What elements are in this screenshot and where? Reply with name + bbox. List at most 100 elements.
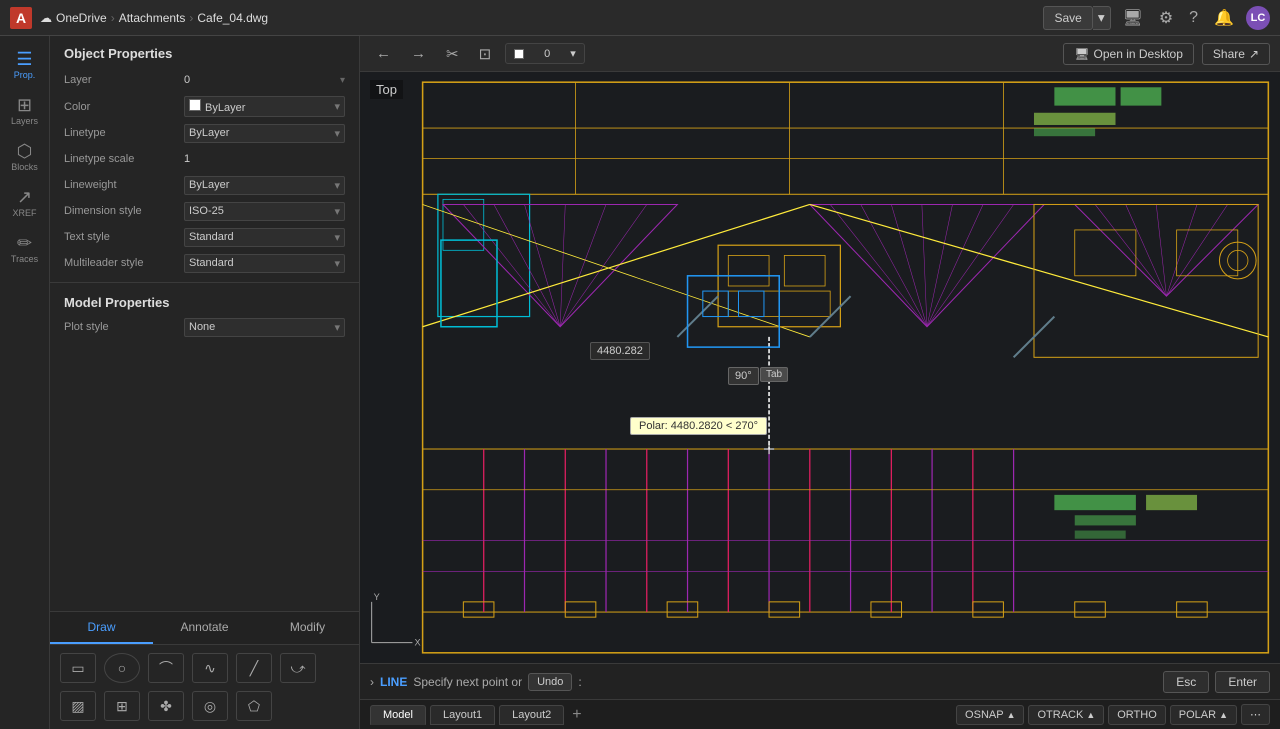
command-prompt: LINE — [380, 675, 407, 689]
tab-model[interactable]: Model — [370, 705, 426, 725]
draw-tool-row-2: ▨ ⊞ ✤ ◎ ⬠ — [60, 691, 349, 721]
command-bar: › LINE Specify next point or Undo : Esc … — [360, 663, 1280, 699]
esc-button[interactable]: Esc — [1163, 671, 1209, 693]
offset-button[interactable]: ⊡ — [473, 42, 498, 66]
tab-draw[interactable]: Draw — [50, 612, 153, 644]
line-tool[interactable]: ╱ — [236, 653, 272, 683]
spline-tool[interactable]: ∿ — [192, 653, 228, 683]
panel-bottom-tabs: Draw Annotate Modify — [50, 611, 359, 644]
donut-tool[interactable]: ◎ — [192, 691, 228, 721]
sidebar-item-prop[interactable]: ☰ Prop. — [3, 44, 47, 86]
polygon-tool[interactable]: ⬠ — [236, 691, 272, 721]
prop-lineweight-select[interactable]: ByLayer ▾ — [184, 176, 345, 195]
prop-multileader-select[interactable]: Standard ▾ — [184, 254, 345, 273]
command-right: Esc Enter — [1163, 671, 1270, 693]
sidebar-item-xref[interactable]: ↗ XREF — [3, 182, 47, 224]
drawing-canvas[interactable]: Top — [360, 72, 1280, 663]
point-tool[interactable]: ✤ — [148, 691, 184, 721]
view-label: Top — [370, 80, 403, 99]
desktop-icon[interactable]: 🖥 — [1119, 6, 1147, 30]
ortho-button[interactable]: ORTHO — [1108, 705, 1166, 725]
polar-label: POLAR — [1179, 709, 1216, 721]
prop-layer-arrow[interactable]: ▾ — [340, 75, 345, 86]
section-divider — [50, 282, 359, 283]
service-name[interactable]: OneDrive — [56, 11, 107, 25]
enter-button[interactable]: Enter — [1215, 671, 1270, 693]
tab-key-badge: Tab — [760, 367, 788, 382]
prop-lineweight-label: Lineweight — [64, 179, 184, 191]
file-name: Cafe_04.dwg — [197, 11, 268, 25]
prop-plotstyle-select[interactable]: None ▾ — [184, 318, 345, 337]
arc-tool[interactable]: ⌒ — [148, 653, 184, 683]
breadcrumb: ☁ OneDrive › Attachments › Cafe_04.dwg — [40, 11, 268, 25]
otrack-button[interactable]: OTRACK ▲ — [1028, 705, 1104, 725]
open-desktop-label: Open in Desktop — [1094, 47, 1183, 61]
blocks-icon: ⬡ — [17, 142, 33, 160]
dimstyle-arrow: ▾ — [334, 205, 340, 218]
color-box — [189, 99, 201, 111]
sidebar-item-layers[interactable]: ⊞ Layers — [3, 90, 47, 132]
tab-layout1[interactable]: Layout1 — [430, 705, 495, 725]
open-desktop-button[interactable]: 🖥 Open in Desktop — [1063, 43, 1194, 65]
layer-select[interactable]: 0 ▾ — [505, 43, 585, 64]
polar-arrow[interactable]: ▲ — [1219, 710, 1228, 720]
textstyle-arrow: ▾ — [334, 231, 340, 244]
xref-icon: ↗ — [17, 188, 32, 206]
rectangle-tool[interactable]: ▭ — [60, 653, 96, 683]
angle-tooltip: 90° — [728, 367, 759, 385]
prop-color-row: Color ByLayer ▾ — [50, 93, 359, 120]
layers-icon: ⊞ — [17, 96, 32, 114]
trim-button[interactable]: ✂ — [440, 42, 465, 66]
help-icon[interactable]: ? — [1185, 7, 1202, 29]
multileader-arrow: ▾ — [334, 257, 340, 270]
notification-icon[interactable]: 🔔 — [1210, 6, 1238, 30]
circle-tool[interactable]: ○ — [104, 653, 140, 683]
topbar: A ☁ OneDrive › Attachments › Cafe_04.dwg… — [0, 0, 1280, 36]
redo-button[interactable]: → — [405, 42, 432, 65]
settings-icon[interactable]: ⚙ — [1155, 6, 1177, 30]
undo-option[interactable]: Undo — [528, 673, 572, 691]
prop-color-select[interactable]: ByLayer ▾ — [184, 96, 345, 117]
status-bar: Model Layout1 Layout2 + OSNAP ▲ OTRACK ▲… — [360, 699, 1280, 729]
avatar[interactable]: LC — [1246, 6, 1270, 30]
add-layout-button[interactable]: + — [568, 706, 585, 724]
linetype-arrow: ▾ — [334, 127, 340, 140]
plotstyle-arrow: ▾ — [334, 321, 340, 334]
hatch-tool[interactable]: ▨ — [60, 691, 96, 721]
otrack-arrow[interactable]: ▲ — [1086, 710, 1095, 720]
tab-layout2[interactable]: Layout2 — [499, 705, 564, 725]
folder-name[interactable]: Attachments — [119, 11, 186, 25]
status-right: OSNAP ▲ OTRACK ▲ ORTHO POLAR ▲ ⋯ — [956, 704, 1270, 725]
layer-arrow: ▾ — [570, 47, 576, 60]
share-button[interactable]: Share ↗ — [1202, 43, 1270, 65]
more-options-button[interactable]: ⋯ — [1241, 704, 1270, 725]
svg-text:X: X — [414, 638, 420, 648]
app-logo: A — [10, 7, 32, 29]
osnap-arrow[interactable]: ▲ — [1007, 710, 1016, 720]
save-button[interactable]: Save — [1043, 6, 1092, 30]
prop-linetype-select[interactable]: ByLayer ▾ — [184, 124, 345, 143]
prop-dimstyle-select[interactable]: ISO-25 ▾ — [184, 202, 345, 221]
dimension-tooltip: 4480.282 — [590, 342, 650, 360]
cad-drawing[interactable]: Y X — [360, 72, 1280, 663]
draw-tool-row-1: ▭ ○ ⌒ ∿ ╱ ⤻ — [60, 653, 349, 683]
rect-group-tool[interactable]: ⊞ — [104, 691, 140, 721]
tab-modify[interactable]: Modify — [256, 612, 359, 644]
sidebar-item-traces-label: Traces — [11, 254, 38, 264]
sidebar-item-blocks[interactable]: ⬡ Blocks — [3, 136, 47, 178]
polyline-tool[interactable]: ⤻ — [280, 653, 316, 683]
sidebar-item-traces[interactable]: ✏ Traces — [3, 228, 47, 270]
ortho-label: ORTHO — [1117, 709, 1157, 721]
color-arrow: ▾ — [334, 100, 340, 113]
prop-textstyle-label: Text style — [64, 231, 184, 243]
properties-title: Object Properties — [50, 36, 359, 67]
undo-button[interactable]: ← — [370, 42, 397, 65]
prop-textstyle-select[interactable]: Standard ▾ — [184, 228, 345, 247]
save-dropdown-button[interactable]: ▾ — [1093, 6, 1111, 30]
main-layout: ☰ Prop. ⊞ Layers ⬡ Blocks ↗ XREF ✏ Trace… — [0, 36, 1280, 729]
polar-button[interactable]: POLAR ▲ — [1170, 705, 1237, 725]
tab-annotate[interactable]: Annotate — [153, 612, 256, 644]
cloud-icon: ☁ — [40, 11, 52, 25]
prop-plotstyle-row: Plot style None ▾ — [50, 314, 359, 340]
osnap-button[interactable]: OSNAP ▲ — [956, 705, 1024, 725]
